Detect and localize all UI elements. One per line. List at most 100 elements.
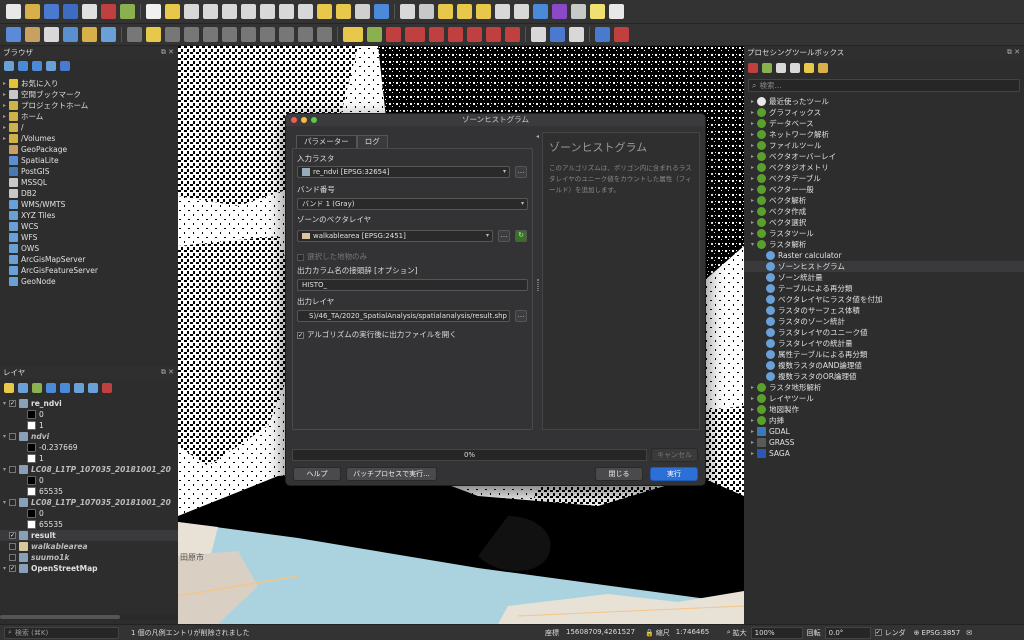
locator-search-field[interactable]: ⌕ 検索 (⌘K) (4, 626, 119, 639)
browser-item[interactable]: ArcGisFeatureServer (0, 265, 178, 276)
new-print-layout-icon[interactable] (82, 4, 97, 19)
zoom-to-selection-icon[interactable] (260, 4, 275, 19)
vertex-tool-icon[interactable] (203, 27, 218, 42)
browser-item[interactable]: ▸ /Volumes (0, 133, 178, 144)
toolbox-group[interactable]: ▸ ファイルツール (744, 140, 1024, 151)
input-raster-browse-button[interactable]: … (515, 166, 527, 178)
label-properties-icon[interactable] (486, 27, 501, 42)
cancel-button[interactable]: キャンセル (651, 448, 698, 462)
processing-toolbox-icon[interactable] (533, 4, 548, 19)
data-source-manager-icon[interactable] (6, 27, 21, 42)
toolbox-algorithm[interactable]: ラスタのゾーン統計 (744, 316, 1024, 327)
minimize-window-icon[interactable] (301, 117, 307, 123)
zoom-rubber-band-icon[interactable] (222, 4, 237, 19)
new-shapefile-icon[interactable] (44, 27, 59, 42)
filter-by-expression-icon[interactable] (60, 383, 70, 393)
toolbox-group[interactable]: ▸ グラフィックス (744, 107, 1024, 118)
toolbox-group[interactable]: ▾ ラスタ解析 (744, 239, 1024, 250)
open-output-checkbox-row[interactable]: ✓ アルゴリズムの実行後に出力ファイルを開く (297, 329, 457, 340)
collapse-all-icon[interactable] (88, 383, 98, 393)
chevron-right-icon[interactable]: ▸ (748, 217, 757, 228)
layer-item[interactable]: ▾ ✓ OpenStreetMap (0, 563, 178, 574)
zoom-in-icon[interactable] (184, 4, 199, 19)
toolbox-group[interactable]: ▸ GRASS (744, 437, 1024, 448)
expand-all-icon[interactable] (74, 383, 84, 393)
layer-visibility-checkbox[interactable] (9, 543, 16, 550)
toolbox-algorithm[interactable]: ラスタレイヤのユニーク値 (744, 327, 1024, 338)
browser-item[interactable]: ▸ ホーム (0, 111, 178, 122)
selected-only-checkbox[interactable] (297, 253, 304, 261)
expand-arrow-icon[interactable]: ▾ (0, 563, 9, 574)
delete-selected-icon[interactable] (222, 27, 237, 42)
copy-features-icon[interactable] (260, 27, 275, 42)
iterate-icon[interactable]: ↻ (515, 230, 527, 242)
chevron-right-icon[interactable]: ▸ (748, 404, 757, 415)
zoom-full-icon[interactable] (241, 4, 256, 19)
digitize-icon[interactable] (184, 27, 199, 42)
statistics-icon[interactable] (552, 4, 567, 19)
pan-icon[interactable] (146, 4, 161, 19)
prefix-input[interactable]: HISTO_ (297, 279, 528, 291)
toolbox-algorithm[interactable]: 属性テーブルによる再分類 (744, 349, 1024, 360)
legend-entry[interactable]: 65535 (0, 519, 178, 530)
toolbox-algorithm[interactable]: ゾーン統計量 (744, 272, 1024, 283)
layers-scrollbar[interactable] (0, 614, 178, 620)
splitter-handle[interactable] (537, 279, 539, 291)
label-change-icon[interactable] (467, 27, 482, 42)
chevron-right-icon[interactable]: ▸ (748, 129, 757, 140)
toolbox-search-field[interactable]: ⌕ 検索... (748, 79, 1020, 92)
undo-icon[interactable] (298, 27, 313, 42)
browser-item[interactable]: GeoNode (0, 276, 178, 287)
toolbox-group[interactable]: ▸ ベクタジオメトリ (744, 162, 1024, 173)
chevron-right-icon[interactable]: ▸ (748, 173, 757, 184)
chevron-right-icon[interactable]: ▸ (748, 151, 757, 162)
expand-arrow-icon[interactable]: ▾ (0, 398, 9, 409)
help-icon[interactable] (595, 27, 610, 42)
chevron-right-icon[interactable]: ▸ (748, 206, 757, 217)
toolbox-group[interactable]: ▸ ラスタツール (744, 228, 1024, 239)
toolbox-group[interactable]: ▸ データベース (744, 118, 1024, 129)
expand-arrow-icon[interactable]: ▾ (0, 431, 9, 442)
text-annotation-icon[interactable] (609, 4, 624, 19)
selected-only-checkbox-row[interactable]: 選択した地物のみ (297, 251, 367, 262)
add-virtual-layer-icon[interactable] (101, 27, 116, 42)
options-icon[interactable] (818, 63, 828, 73)
chevron-right-icon[interactable]: ▸ (748, 162, 757, 173)
attribute-table-icon[interactable] (495, 4, 510, 19)
toolbox-algorithm[interactable]: ラスタレイヤの統計量 (744, 338, 1024, 349)
chevron-right-icon[interactable]: ▸ (748, 140, 757, 151)
label-toolbar-icon[interactable] (343, 27, 363, 42)
plugin-db-manager-icon[interactable] (531, 27, 546, 42)
chevron-down-icon[interactable]: ▾ (748, 239, 757, 250)
tab-log[interactable]: ログ (356, 135, 388, 148)
map-tips-icon[interactable] (590, 4, 605, 19)
legend-entry[interactable]: 0 (0, 475, 178, 486)
label-move-icon[interactable] (429, 27, 444, 42)
crs-icon[interactable]: ⊕ (914, 629, 920, 637)
filter-icon[interactable] (32, 61, 42, 71)
layer-visibility-checkbox[interactable]: ✓ (9, 400, 16, 407)
python-console-icon[interactable] (550, 27, 565, 42)
magnifier-field[interactable]: 100% (750, 626, 803, 639)
results-viewer-icon[interactable] (790, 63, 800, 73)
legend-entry[interactable]: 65535 (0, 486, 178, 497)
browser-item[interactable]: ▸ お気に入り (0, 78, 178, 89)
toolbox-algorithm[interactable]: 複数ラスタのOR論理値 (744, 371, 1024, 382)
layer-item[interactable]: ▾ ndvi (0, 431, 178, 442)
zoom-last-icon[interactable] (317, 4, 332, 19)
chevron-right-icon[interactable]: ▸ (748, 184, 757, 195)
browser-item[interactable]: PostGIS (0, 166, 178, 177)
layer-visibility-checkbox[interactable] (9, 554, 16, 561)
select-features-icon[interactable] (438, 4, 453, 19)
toolbox-group[interactable]: ▸ ラスタ地形解析 (744, 382, 1024, 393)
label-show-icon[interactable] (405, 27, 425, 42)
toolbox-group[interactable]: ▸ ネットワーク解析 (744, 129, 1024, 140)
toolbox-group[interactable]: ▸ ベクタ解析 (744, 195, 1024, 206)
browser-item[interactable]: SpatiaLite (0, 155, 178, 166)
chevron-right-icon[interactable]: ▸ (748, 195, 757, 206)
chevron-right-icon[interactable]: ▸ (748, 382, 757, 393)
input-raster-combo[interactable]: re_ndvi [EPSG:32654] ▾ (297, 166, 510, 178)
chevron-right-icon[interactable]: ▸ (748, 448, 757, 459)
chevron-right-icon[interactable]: ▸ (748, 228, 757, 239)
layer-visibility-checkbox[interactable] (9, 466, 16, 473)
